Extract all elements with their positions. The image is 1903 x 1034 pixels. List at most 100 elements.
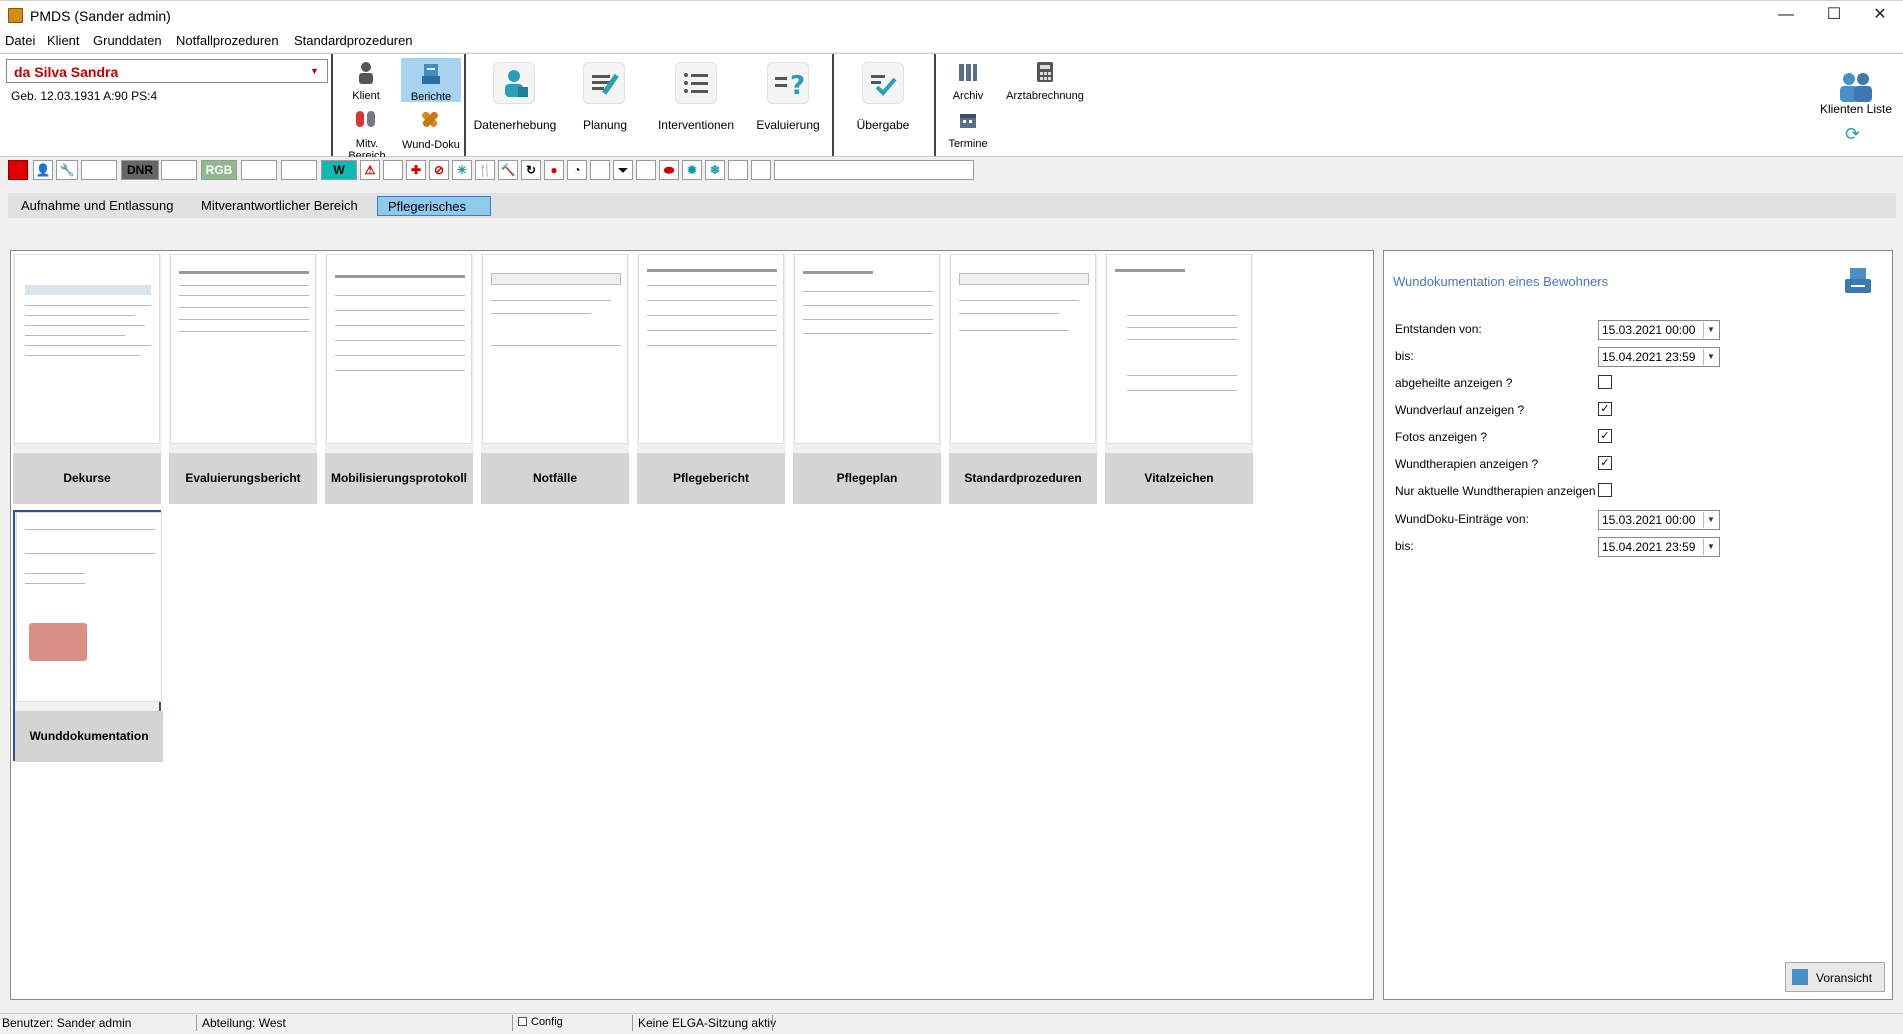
ribbon-evaluierung-label[interactable]: Evaluierung bbox=[742, 118, 834, 132]
tab-pflegerisches[interactable]: Pflegerisches bbox=[377, 196, 491, 216]
empty-indicator bbox=[590, 160, 610, 180]
rgb-badge: RGB bbox=[201, 160, 237, 180]
ribbon-uebergabe-label[interactable]: Übergabe bbox=[838, 118, 928, 132]
ribbon-divider bbox=[331, 54, 333, 156]
tab-mitverantwortlicher[interactable]: Mitverantwortlicher Bereich bbox=[191, 196, 368, 216]
report-thumbnail bbox=[14, 254, 160, 444]
ribbon-datenerhebung-label[interactable]: Datenerhebung bbox=[470, 118, 560, 132]
report-tile-pflegebericht[interactable]: Pflegebericht bbox=[637, 254, 785, 504]
chevron-down-icon[interactable]: ▼ bbox=[1703, 349, 1718, 365]
bis-date-field[interactable]: 15.04.2021 23:59 ▼ bbox=[1598, 347, 1720, 367]
empty-indicator bbox=[161, 160, 197, 180]
title-bar bbox=[0, 0, 1903, 30]
bis2-date-field[interactable]: 15.04.2021 23:59 ▼ bbox=[1598, 537, 1720, 557]
minimize-button[interactable]: — bbox=[1763, 0, 1809, 30]
empty-indicator bbox=[751, 160, 771, 180]
handover-icon[interactable] bbox=[862, 62, 904, 104]
ribbon-archiv-label[interactable]: Archiv bbox=[944, 90, 992, 102]
wound-photo bbox=[29, 623, 87, 661]
data-collection-icon[interactable] bbox=[493, 62, 535, 104]
report-tile-standardprozeduren[interactable]: Standardprozeduren bbox=[949, 254, 1097, 504]
report-tile-evaluierungsbericht[interactable]: Evaluierungsbericht bbox=[169, 254, 317, 504]
report-tile-mobilisierungsprotokoll[interactable]: Mobilisierungsprotokoll bbox=[325, 254, 473, 504]
report-tile-notfaelle[interactable]: Notfälle bbox=[481, 254, 629, 504]
tab-aufnahme[interactable]: Aufnahme und Entlassung bbox=[11, 196, 184, 216]
report-tile-pflegeplan[interactable]: Pflegeplan bbox=[793, 254, 941, 504]
ribbon-wunddoku-label[interactable]: Wund-Doku bbox=[400, 139, 462, 151]
calculator-icon[interactable] bbox=[1032, 59, 1058, 85]
bandage-icon[interactable] bbox=[416, 106, 444, 132]
report-icon bbox=[417, 60, 445, 88]
menu-grunddaten[interactable]: Grunddaten bbox=[93, 33, 162, 48]
report-thumbnail bbox=[170, 254, 316, 444]
sun-icon: ✳ bbox=[452, 160, 472, 180]
report-label: Wunddokumentation bbox=[15, 711, 163, 762]
report-label: Pflegeplan bbox=[793, 453, 941, 504]
status-divider bbox=[196, 1015, 197, 1031]
wundverlauf-checkbox[interactable]: ✓ bbox=[1598, 402, 1612, 416]
close-button[interactable]: ✕ bbox=[1857, 0, 1903, 30]
status-divider bbox=[632, 1015, 633, 1031]
report-thumbnail bbox=[482, 254, 628, 444]
chevron-down-icon[interactable]: ▼ bbox=[1703, 539, 1718, 555]
clients-list-icon[interactable] bbox=[1834, 70, 1878, 104]
bis-label: bis: bbox=[1395, 349, 1414, 363]
wrench-icon: 🔨 bbox=[498, 160, 518, 180]
archive-icon[interactable] bbox=[955, 59, 981, 85]
wundtherapien-checkbox[interactable]: ✓ bbox=[1598, 456, 1612, 470]
report-thumbnail bbox=[326, 254, 472, 444]
calendar-icon[interactable] bbox=[955, 107, 981, 133]
ribbon-klientenliste-label[interactable]: Klienten Liste bbox=[1814, 102, 1898, 116]
nur-aktuelle-checkbox[interactable] bbox=[1598, 483, 1612, 497]
rotate-icon: ↻ bbox=[521, 160, 541, 180]
wundverlauf-label: Wundverlauf anzeigen ? bbox=[1395, 403, 1525, 417]
menu-notfallprozeduren[interactable]: Notfallprozeduren bbox=[176, 33, 279, 48]
ribbon-berichte-label: Berichte bbox=[410, 91, 452, 103]
report-tile-wunddokumentation[interactable]: Wunddokumentation bbox=[13, 510, 163, 762]
status-divider bbox=[512, 1015, 513, 1031]
menu-datei[interactable]: Datei bbox=[5, 33, 35, 48]
report-thumbnail bbox=[16, 512, 162, 702]
report-tile-dekurse[interactable]: Dekurse bbox=[13, 254, 161, 504]
ribbon-planung-label[interactable]: Planung bbox=[560, 118, 650, 132]
person-icon[interactable] bbox=[352, 59, 380, 87]
chevron-down-icon[interactable]: ▼ bbox=[1703, 512, 1718, 528]
client-name: da Silva Sandra bbox=[14, 64, 119, 80]
abgeheilte-checkbox[interactable] bbox=[1598, 375, 1612, 389]
ribbon-klient-label[interactable]: Klient bbox=[344, 90, 388, 102]
maximize-button[interactable]: ☐ bbox=[1811, 0, 1857, 30]
status-elga: Keine ELGA-Sitzung aktiv bbox=[638, 1016, 777, 1030]
voransicht-button[interactable]: Voransicht bbox=[1785, 962, 1885, 992]
blood-drop-icon: ● bbox=[544, 160, 564, 180]
evaluation-icon[interactable]: ? bbox=[767, 62, 809, 104]
chevron-down-icon[interactable]: ▼ bbox=[310, 66, 319, 76]
entstanden-label: Entstanden von: bbox=[1395, 322, 1482, 336]
empty-indicator bbox=[241, 160, 277, 180]
report-tile-vitalzeichen[interactable]: Vitalzeichen bbox=[1105, 254, 1253, 504]
config-checkbox[interactable] bbox=[518, 1017, 527, 1026]
ribbon-interventionen-label[interactable]: Interventionen bbox=[650, 118, 742, 132]
report-label: Dekurse bbox=[13, 453, 161, 504]
menu-klient[interactable]: Klient bbox=[47, 33, 80, 48]
fotos-checkbox[interactable]: ✓ bbox=[1598, 429, 1612, 443]
status-department: Abteilung: West bbox=[202, 1016, 286, 1030]
wunddoku-date-field[interactable]: 15.03.2021 00:00 ▼ bbox=[1598, 510, 1720, 530]
empty-indicator bbox=[281, 160, 317, 180]
entstanden-date-field[interactable]: 15.03.2021 00:00 ▼ bbox=[1598, 320, 1720, 340]
ribbon-arztabrechnung-label[interactable]: Arztabrechnung bbox=[1003, 90, 1087, 102]
w-badge: W bbox=[321, 160, 357, 180]
ribbon-divider bbox=[832, 54, 834, 156]
report-label: Pflegebericht bbox=[637, 453, 785, 504]
filter-icon: ⏷ bbox=[613, 160, 633, 180]
abgeheilte-label: abgeheilte anzeigen ? bbox=[1395, 376, 1513, 390]
empty-indicator bbox=[383, 160, 403, 180]
planning-icon[interactable] bbox=[583, 62, 625, 104]
refresh-icon[interactable]: ⟳ bbox=[1845, 124, 1860, 145]
menu-standardprozeduren[interactable]: Standardprozeduren bbox=[294, 33, 413, 48]
ribbon-termine-label[interactable]: Termine bbox=[944, 138, 992, 150]
interventions-icon[interactable] bbox=[675, 62, 717, 104]
pills-icon[interactable] bbox=[352, 107, 380, 131]
chevron-down-icon[interactable]: ▼ bbox=[1703, 322, 1718, 338]
tools-icon: 🔧 bbox=[56, 160, 78, 180]
svg-text:?: ? bbox=[790, 71, 804, 99]
